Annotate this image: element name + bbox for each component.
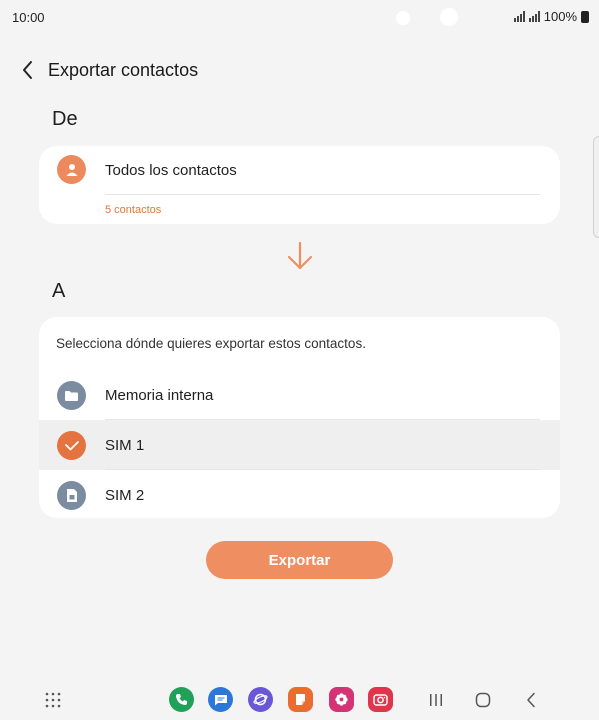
- back-button[interactable]: [16, 58, 40, 82]
- app-drawer-icon[interactable]: [41, 688, 65, 712]
- camera-cutout: [396, 11, 410, 25]
- contact-avatar-icon: [57, 155, 86, 184]
- divider: [105, 194, 540, 195]
- signal-icon: [528, 11, 540, 22]
- notes-icon[interactable]: [288, 687, 313, 712]
- option-memoria-interna[interactable]: Memoria interna: [39, 370, 560, 420]
- arrow-down-icon: [287, 241, 313, 270]
- export-button[interactable]: Exportar: [206, 541, 393, 579]
- folder-icon: [57, 381, 86, 410]
- back-icon[interactable]: [519, 688, 543, 712]
- from-label: De: [52, 108, 78, 130]
- source-count: 5 contactos: [105, 204, 162, 216]
- phone-icon[interactable]: [169, 687, 194, 712]
- option-label: Memoria interna: [105, 387, 214, 404]
- home-icon[interactable]: [471, 688, 495, 712]
- battery-icon: [581, 10, 589, 23]
- battery-level: 100%: [543, 9, 577, 24]
- source-name: Todos los contactos: [105, 162, 237, 179]
- option-sim-1[interactable]: SIM 1: [39, 420, 560, 470]
- option-sim-2[interactable]: SIM 2: [39, 470, 560, 518]
- to-label: A: [52, 280, 66, 302]
- camera-icon[interactable]: [368, 687, 393, 712]
- gallery-icon[interactable]: [329, 687, 354, 712]
- signal-icon: [513, 11, 525, 22]
- messages-icon[interactable]: [208, 687, 233, 712]
- status-indicators: 100%: [513, 9, 589, 24]
- recents-icon[interactable]: [424, 688, 448, 712]
- page-title: Exportar contactos: [48, 60, 199, 80]
- option-label: SIM 2: [105, 487, 145, 504]
- internet-icon[interactable]: [248, 687, 273, 712]
- back-arrow-icon: [23, 61, 32, 79]
- source-card[interactable]: Todos los contactos 5 contactos: [39, 146, 560, 224]
- status-time: 10:00: [12, 10, 45, 25]
- edge-panel-handle[interactable]: [593, 136, 599, 238]
- camera-cutout: [440, 8, 458, 26]
- status-bar: 10:00 100%: [0, 0, 599, 36]
- checkmark-icon: [57, 431, 86, 460]
- option-label: SIM 1: [105, 437, 145, 454]
- header: Exportar contactos: [0, 50, 599, 90]
- navigation-bar: [0, 680, 599, 720]
- destination-card: Selecciona dónde quieres exportar estos …: [39, 317, 560, 518]
- instruction-text: Selecciona dónde quieres exportar estos …: [56, 336, 366, 351]
- sim-card-icon: [57, 481, 86, 510]
